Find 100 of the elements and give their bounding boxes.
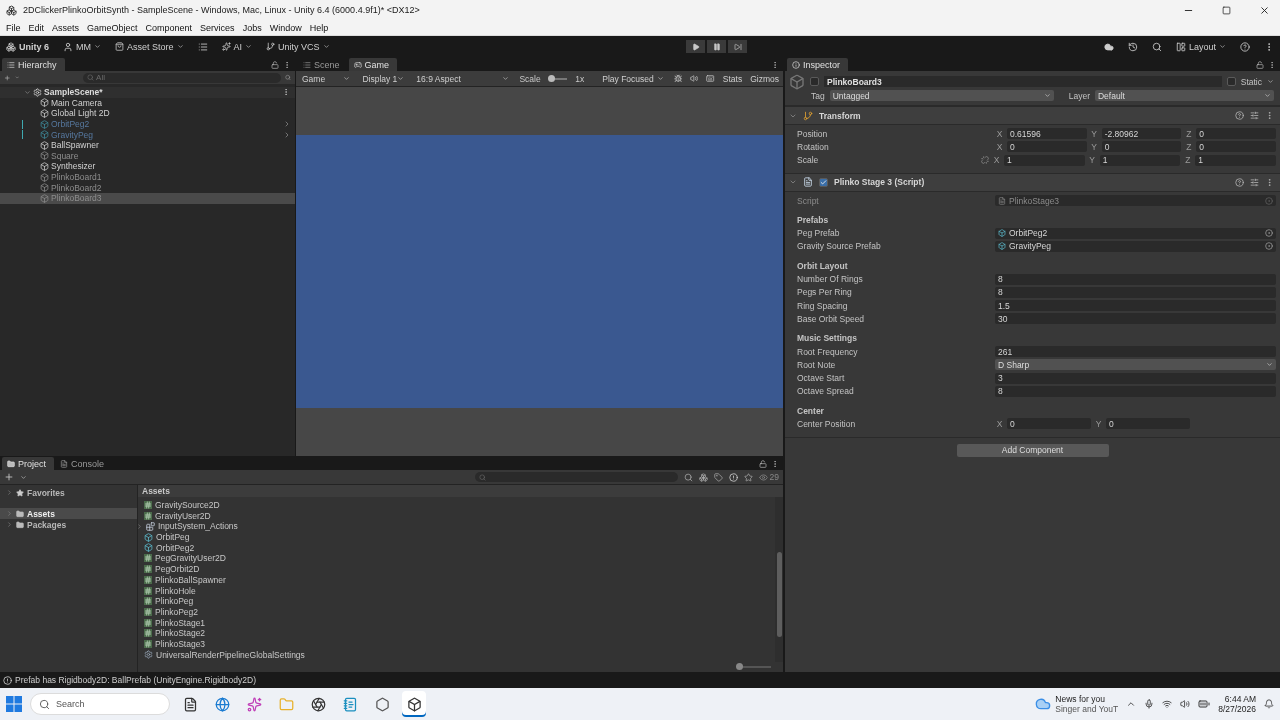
asset-item[interactable]: UniversalRenderPipelineGlobalSettings [144, 649, 775, 660]
asset-item[interactable]: PlinkoStage1 [144, 617, 775, 628]
component-header[interactable]: Transform [785, 106, 1280, 125]
play-mode-dropdown[interactable]: Play Focused [600, 72, 666, 85]
component-header[interactable]: Plinko Stage 3 (Script) [785, 172, 1280, 192]
more-icon[interactable] [282, 88, 290, 97]
dropdown-field[interactable]: D Sharp [995, 359, 1276, 371]
asset-item[interactable]: PlinkoStage2 [144, 627, 775, 639]
hierarchy-item[interactable]: Square [0, 150, 295, 162]
sliders-icon[interactable] [1250, 177, 1259, 187]
tag-dropdown[interactable]: Untagged [829, 90, 1054, 101]
number-field[interactable]: 8 [995, 385, 1276, 397]
account-button[interactable]: Unity 6 [4, 40, 51, 53]
number-field[interactable]: 30 [995, 313, 1276, 325]
keyboard-icon[interactable] [706, 74, 715, 83]
menu-item[interactable]: File [2, 20, 25, 35]
more-icon[interactable] [1268, 60, 1276, 69]
object-field[interactable]: GravityPeg [995, 240, 1276, 252]
asset-item[interactable]: PegOrbit2D [144, 563, 775, 575]
panel-tab[interactable]: Console [55, 457, 113, 470]
number-field[interactable]: 1 [1004, 154, 1085, 166]
asset-item[interactable]: GravityUser2D [144, 510, 775, 522]
type-filter-icon[interactable] [698, 472, 708, 482]
number-field[interactable]: 8 [995, 286, 1276, 298]
caret-icon[interactable] [6, 489, 13, 496]
caret-icon[interactable] [138, 522, 143, 530]
asset-item[interactable]: PlinkoPeg2 [144, 606, 775, 618]
asset-item[interactable]: PlinkoStage3 [144, 638, 775, 650]
asset-item[interactable]: GravitySource2D [144, 499, 775, 511]
battery-icon[interactable] [1198, 698, 1211, 710]
scale-slider-thumb[interactable] [548, 74, 556, 82]
wifi-icon[interactable] [1162, 699, 1173, 709]
breadcrumb[interactable]: Assets [138, 485, 783, 497]
clock-date[interactable]: 8/27/2026 [1218, 704, 1256, 714]
user-button[interactable]: MM [61, 40, 103, 53]
number-field[interactable]: -2.80962 [1101, 128, 1182, 140]
asset-item[interactable]: PegGravityUser2D [144, 553, 775, 564]
add-icon[interactable] [4, 472, 14, 482]
hierarchy-item[interactable]: PlinkoBoard1 [0, 171, 295, 183]
stats-button[interactable]: Stats [722, 73, 743, 84]
more-icon[interactable] [283, 60, 291, 69]
help-icon[interactable] [1235, 111, 1244, 120]
enable-checkbox[interactable] [819, 177, 828, 187]
active-checkbox[interactable] [810, 77, 819, 86]
number-field[interactable]: 0 [1196, 128, 1276, 140]
menu-item[interactable]: Services [196, 20, 239, 35]
lock-icon[interactable] [271, 60, 279, 69]
menu-item[interactable]: GameObject [83, 20, 142, 35]
number-field[interactable]: 0 [1196, 141, 1276, 153]
asset-item[interactable]: InputSystem_Actions [138, 521, 775, 532]
number-field[interactable]: 1 [1099, 154, 1181, 166]
notification-icon[interactable] [1264, 699, 1274, 709]
hierarchy-item[interactable]: BallSpawner [0, 139, 295, 151]
news-title[interactable]: News for you [1055, 694, 1119, 704]
more-icon[interactable] [771, 60, 779, 69]
play-button[interactable] [686, 40, 706, 53]
object-field[interactable]: OrbitPeg2 [995, 227, 1276, 239]
menu-item[interactable]: Assets [48, 20, 84, 35]
version-control-button[interactable]: Unity VCS [264, 40, 332, 53]
more-icon[interactable] [771, 459, 779, 468]
number-field[interactable]: 0 [1101, 141, 1182, 153]
sliders-icon[interactable] [1250, 111, 1259, 120]
cloud-button[interactable] [1101, 40, 1116, 53]
speaker-icon[interactable] [1180, 699, 1191, 709]
sidebar-item[interactable]: Favorites [0, 487, 137, 498]
asset-item[interactable]: OrbitPeg [144, 531, 775, 543]
status-message[interactable]: Prefab has Rigidbody2D: BallPrefab (UnityEngine.Rigidbody2D) [15, 675, 1280, 685]
clock-time[interactable]: 6:44 AM [1224, 694, 1256, 704]
icon-size-slider-thumb[interactable] [736, 663, 743, 670]
menu-item[interactable]: Jobs [238, 20, 266, 35]
name-field[interactable]: PlinkoBoard3 [824, 76, 1222, 87]
pause-button[interactable] [707, 40, 727, 53]
step-button[interactable] [728, 40, 748, 53]
asset-item[interactable]: PlinkoBallSpawner [144, 574, 775, 586]
scene-search-icon[interactable] [285, 73, 291, 82]
asset-store-button[interactable]: Asset Store [113, 40, 186, 53]
aspect-dropdown[interactable]: 16:9 Aspect [414, 72, 512, 85]
number-field[interactable]: 0 [1106, 418, 1190, 430]
menu-item[interactable]: Help [305, 20, 333, 35]
taskbar-search-field[interactable]: Search [30, 693, 170, 715]
alert-icon[interactable] [728, 472, 738, 482]
add-component-button[interactable]: Add Component [956, 443, 1109, 457]
sidebar-item[interactable]: Assets [0, 508, 137, 519]
view-tab[interactable]: Scene [298, 58, 348, 71]
number-field[interactable]: 0.61596 [1007, 128, 1087, 140]
speaker-icon[interactable] [690, 74, 699, 83]
asset-item[interactable]: PlinkoHole [144, 585, 775, 596]
start-button[interactable] [6, 696, 22, 712]
sidebar-item[interactable]: Packages [0, 519, 137, 530]
panel-tab[interactable]: Project [2, 457, 54, 470]
bug-icon[interactable] [673, 74, 683, 83]
project-search-field[interactable] [474, 472, 678, 482]
taskbar-app[interactable] [402, 691, 426, 717]
star-icon[interactable] [743, 472, 753, 482]
static-checkbox[interactable] [1226, 77, 1236, 86]
view-mode-dropdown[interactable]: Game [300, 72, 353, 85]
help-icon[interactable] [1235, 177, 1244, 187]
lock-icon[interactable] [1256, 60, 1264, 69]
search-icon[interactable] [683, 472, 693, 482]
layout-button[interactable]: Layout [1173, 40, 1228, 53]
